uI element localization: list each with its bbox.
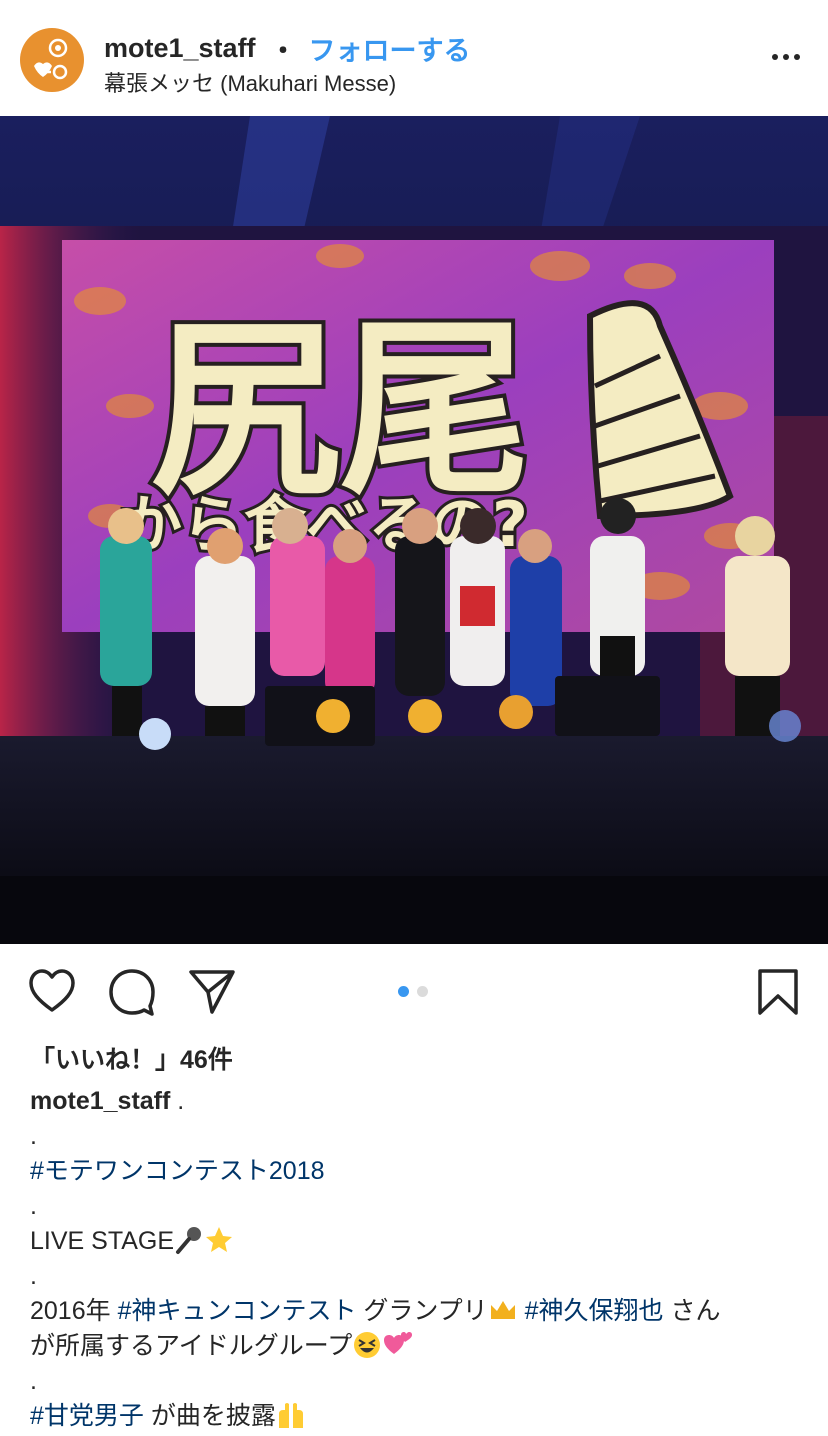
- hashtag-link[interactable]: #甘党男子: [30, 1402, 144, 1430]
- separator-dot: ・: [269, 35, 297, 66]
- caption-line: #甘党男子 が曲を披露: [30, 1399, 800, 1434]
- save-bookmark-icon[interactable]: [754, 968, 802, 1016]
- follow-button[interactable]: フォローする: [309, 29, 471, 68]
- carousel-pager: [398, 986, 428, 997]
- grinning-squint-emoji-icon: [354, 1332, 381, 1358]
- hashtag-link[interactable]: #神久保翔也: [525, 1297, 664, 1325]
- caption-line: .: [30, 1192, 37, 1220]
- hashtag-link[interactable]: #神キュンコンテスト: [118, 1297, 357, 1325]
- caption-text: が所属するアイドルグループ: [30, 1332, 353, 1360]
- comment-icon[interactable]: [108, 968, 156, 1016]
- post-location[interactable]: 幕張メッセ (Makuhari Messe): [104, 66, 396, 98]
- glowing-star-emoji-icon: [206, 1227, 233, 1252]
- pager-dot: [417, 986, 428, 997]
- caption-text: が曲を披露: [143, 1402, 276, 1430]
- avatar[interactable]: [20, 28, 84, 92]
- like-heart-icon[interactable]: [28, 968, 76, 1016]
- likes-count[interactable]: 「いいね！」46件: [30, 1040, 233, 1076]
- microphone-emoji-icon: [176, 1227, 202, 1254]
- caption-username[interactable]: mote1_staff: [30, 1087, 170, 1115]
- post-header: mote1_staff ・ フォローする 幕張メッセ (Makuhari Mes…: [0, 0, 828, 116]
- share-send-icon[interactable]: [188, 968, 236, 1016]
- caption-line-1: mote1_staff .: [30, 1084, 800, 1119]
- hashtag-link[interactable]: #モテワンコンテスト2018: [30, 1157, 325, 1185]
- caption-text: グランプリ: [356, 1297, 488, 1325]
- post-photo[interactable]: 尻尾 から食べるの?: [0, 116, 828, 944]
- caption-line: #モテワンコンテスト2018: [30, 1154, 800, 1189]
- two-hearts-emoji-icon: [384, 1332, 413, 1354]
- pager-dot-active: [398, 986, 409, 997]
- caption-text: .: [170, 1087, 185, 1115]
- raising-hands-emoji-icon: [278, 1403, 303, 1428]
- avatar-logo-icon: [34, 38, 68, 80]
- caption-text: さん: [663, 1297, 721, 1325]
- caption-line: が所属するアイドルグループ: [30, 1329, 800, 1364]
- post-caption: mote1_staff . . #モテワンコンテスト2018 . LIVE ST…: [30, 1084, 800, 1434]
- username-line: mote1_staff ・ フォローする: [104, 30, 471, 66]
- caption-line: .: [30, 1262, 37, 1290]
- caption-line: .: [30, 1122, 37, 1150]
- caption-text: LIVE STAGE: [30, 1227, 175, 1255]
- concert-stage-image: 尻尾 から食べるの?: [0, 116, 828, 944]
- caption-line: 2016年 #神キュンコンテスト グランプリ #神久保翔也 さん: [30, 1294, 800, 1329]
- caption-text: 2016年: [30, 1297, 118, 1325]
- caption-line: LIVE STAGE: [30, 1224, 800, 1259]
- caption-line: .: [30, 1367, 37, 1395]
- post-username[interactable]: mote1_staff: [104, 33, 256, 64]
- crown-emoji-icon: [490, 1301, 515, 1319]
- more-options-icon[interactable]: [772, 54, 800, 60]
